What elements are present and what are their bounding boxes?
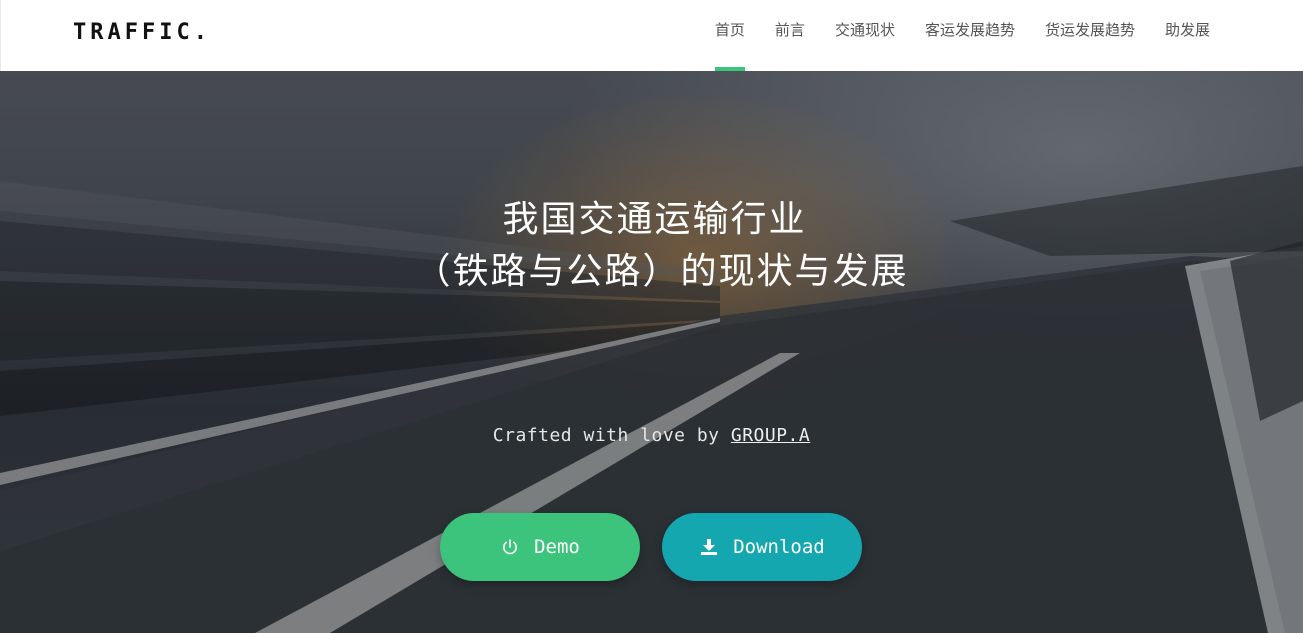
power-icon <box>500 537 520 557</box>
group-link[interactable]: GROUP.A <box>731 425 810 446</box>
hero-title-line-1: 我国交通运输行业 <box>502 199 807 240</box>
hero-overlay <box>0 71 1303 633</box>
nav-item-preface[interactable]: 前言 <box>760 0 820 71</box>
top-navbar: TRAFFIC. 首页 前言 交通现状 客运发展趋势 货运发展趋势 助发展 <box>0 0 1303 71</box>
download-button-label: Download <box>733 536 825 558</box>
credit-prefix: Crafted with love by <box>492 425 731 446</box>
credit-text: Crafted with love by GROUP.A <box>0 425 1303 446</box>
demo-button-label: Demo <box>534 536 580 558</box>
download-button[interactable]: Download <box>662 513 862 581</box>
download-icon <box>699 537 719 557</box>
nav-item-development[interactable]: 助发展 <box>1150 0 1225 71</box>
nav-item-passenger-trend[interactable]: 客运发展趋势 <box>910 0 1030 71</box>
main-nav: 首页 前言 交通现状 客运发展趋势 货运发展趋势 助发展 <box>700 0 1225 71</box>
nav-item-traffic-status[interactable]: 交通现状 <box>820 0 910 71</box>
hero-title-line-2: （铁路与公路）的现状与发展 <box>414 251 909 292</box>
nav-item-home[interactable]: 首页 <box>700 0 760 71</box>
hero-section: 我国交通运输行业 （铁路与公路）的现状与发展 Crafted with love… <box>0 71 1303 633</box>
brand-logo[interactable]: TRAFFIC. <box>73 20 211 46</box>
demo-button[interactable]: Demo <box>440 513 640 581</box>
nav-item-freight-trend[interactable]: 货运发展趋势 <box>1030 0 1150 71</box>
